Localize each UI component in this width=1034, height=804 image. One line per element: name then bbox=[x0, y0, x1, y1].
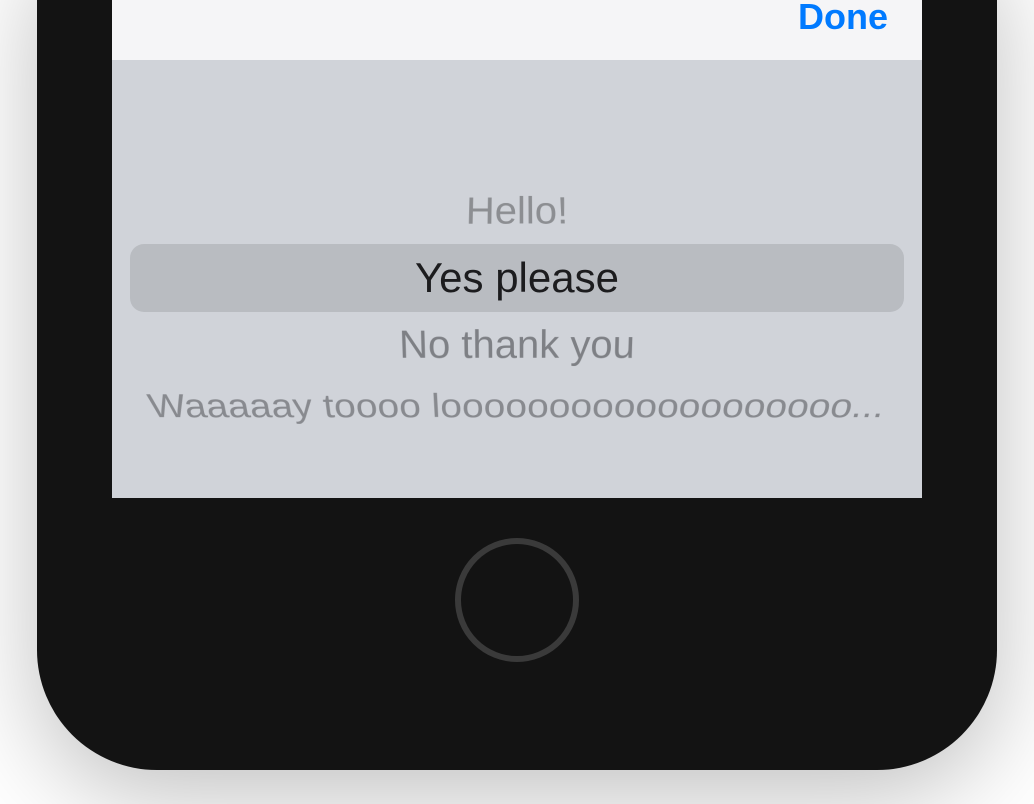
picker-option-selected[interactable]: Yes please bbox=[130, 244, 904, 312]
picker-wheel[interactable]: Hello! Yes please No thank you Waaaaay t… bbox=[112, 60, 922, 498]
picker-option[interactable]: Waaaaay toooo looooooooooooooooooo... bbox=[123, 380, 911, 433]
phone-frame: Done Hello! Yes please No thank you Waaa… bbox=[37, 0, 997, 770]
done-button[interactable]: Done bbox=[798, 0, 888, 38]
picker-option[interactable]: Hello! bbox=[124, 182, 911, 241]
picker-toolbar: Done bbox=[112, 0, 922, 60]
picker-option[interactable]: No thank you bbox=[126, 314, 907, 375]
screen: Done Hello! Yes please No thank you Waaa… bbox=[112, 0, 922, 498]
home-button[interactable] bbox=[455, 538, 579, 662]
